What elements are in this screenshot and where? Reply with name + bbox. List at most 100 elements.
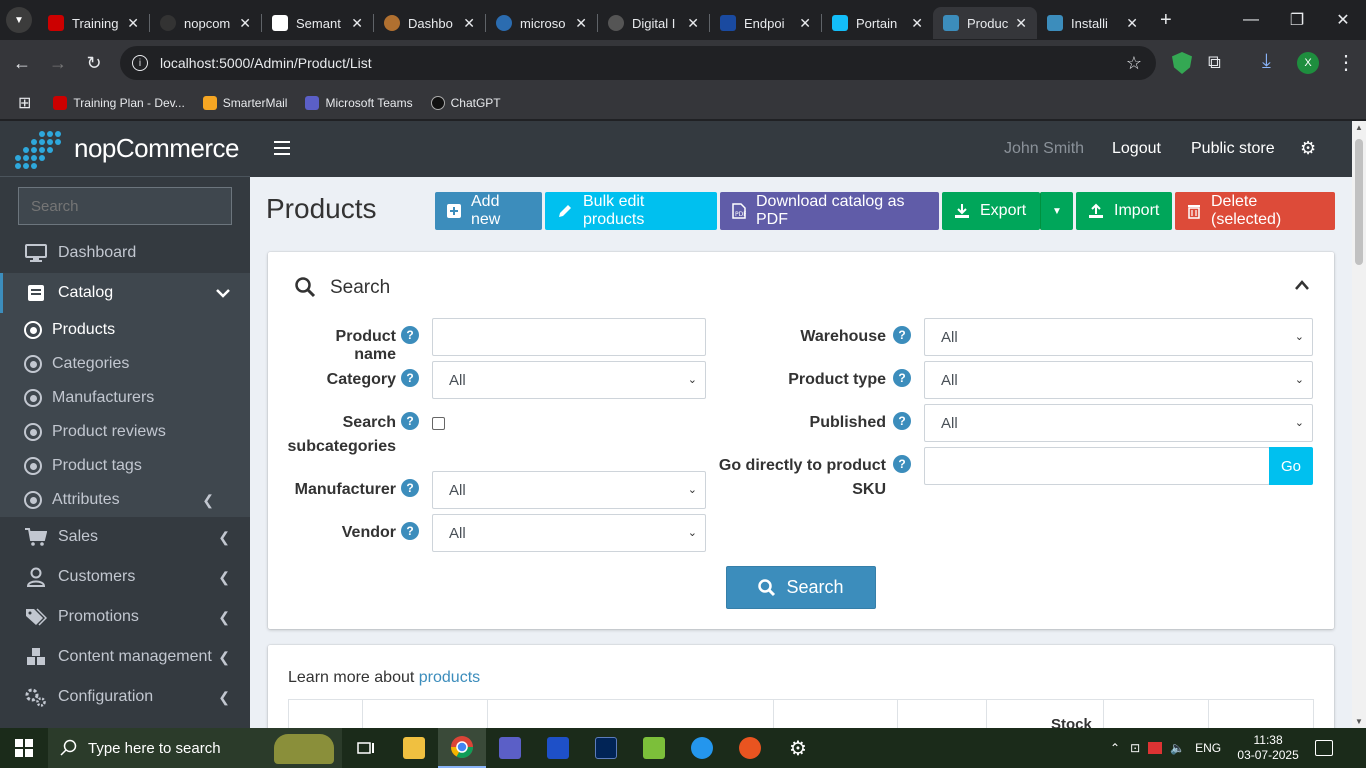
sidebar-subitem-categories[interactable]: Categories	[0, 347, 250, 381]
sidebar-search-input[interactable]	[19, 197, 230, 215]
browser-tab-active[interactable]: Produc ✕	[933, 7, 1037, 39]
scroll-down-arrow-icon[interactable]: ▼	[1355, 717, 1363, 726]
download-pdf-button[interactable]: PDF Download catalog as PDF	[720, 192, 939, 230]
sidebar-item-customers[interactable]: Customers ❮	[0, 557, 250, 597]
settings-gears-icon[interactable]: ⚙	[1300, 138, 1316, 159]
menu-kebab-icon[interactable]: ⋮	[1336, 50, 1356, 75]
download-icon[interactable]: ⤓	[1262, 50, 1271, 73]
add-new-button[interactable]: Add new	[435, 192, 542, 230]
clock[interactable]: 11:38 03-07-2025	[1233, 733, 1303, 763]
close-icon[interactable]: ✕	[1126, 15, 1138, 32]
sidebar-item-promotions[interactable]: Promotions ❮	[0, 597, 250, 637]
export-dropdown-toggle[interactable]: ▼	[1040, 192, 1073, 230]
back-icon[interactable]: ←	[6, 47, 38, 79]
close-icon[interactable]: ✕	[351, 15, 363, 32]
reload-icon[interactable]: ↻	[78, 47, 110, 79]
browser-tab[interactable]: Portain ✕	[822, 7, 933, 39]
close-icon[interactable]: ✕	[1015, 15, 1027, 32]
help-icon[interactable]: ?	[893, 369, 911, 387]
published-select[interactable]: All ⌄	[924, 404, 1313, 442]
sidebar-item-content-management[interactable]: Content management ❮	[0, 637, 250, 677]
browser-tab[interactable]: Semant ✕	[262, 7, 373, 39]
help-icon[interactable]: ?	[401, 412, 419, 430]
goto-sku-input[interactable]	[924, 447, 1270, 485]
product-type-select[interactable]: All ⌄	[924, 361, 1313, 399]
help-icon[interactable]: ?	[401, 326, 419, 344]
sidebar-item-dashboard[interactable]: Dashboard	[0, 233, 250, 273]
warehouse-select[interactable]: All ⌄	[924, 318, 1313, 356]
import-button[interactable]: Import	[1076, 192, 1172, 230]
sidebar-subitem-product-reviews[interactable]: Product reviews	[0, 415, 250, 449]
search-subcategories-checkbox[interactable]	[432, 417, 445, 430]
powershell-icon[interactable]	[582, 728, 630, 768]
taskbar-search-box[interactable]: Type here to search	[48, 728, 342, 768]
manufacturer-select[interactable]: All ⌄	[432, 471, 706, 509]
url-input[interactable]: i localhost:5000/Admin/Product/List ☆	[120, 46, 1156, 80]
browser-tab[interactable]: microso ✕	[486, 7, 597, 39]
help-icon[interactable]: ?	[401, 369, 419, 387]
close-icon[interactable]: ✕	[799, 15, 811, 32]
search-submit-button[interactable]: Search	[726, 566, 876, 609]
close-icon[interactable]: ✕	[127, 15, 139, 32]
sidebar-item-sales[interactable]: Sales ❮	[0, 517, 250, 557]
vendor-select[interactable]: All ⌄	[432, 514, 706, 552]
sidebar-subitem-product-tags[interactable]: Product tags	[0, 449, 250, 483]
product-name-input[interactable]	[432, 318, 706, 356]
scroll-thumb[interactable]	[1355, 139, 1363, 265]
help-icon[interactable]: ?	[893, 412, 911, 430]
paint-app-icon[interactable]	[534, 728, 582, 768]
close-icon[interactable]: ✕	[911, 15, 923, 32]
delete-selected-button[interactable]: Delete (selected)	[1175, 192, 1335, 230]
bookmark-item[interactable]: SmarterMail	[202, 95, 287, 110]
apps-grid-icon[interactable]: ⊞	[18, 93, 31, 113]
extensions-icon[interactable]: ⧉	[1208, 52, 1221, 73]
chrome-icon[interactable]	[438, 728, 486, 768]
volume-icon[interactable]: 🔈	[1170, 741, 1185, 755]
close-icon[interactable]: ✕	[687, 15, 699, 32]
network-icon[interactable]: ⊡	[1130, 741, 1140, 755]
bookmark-item[interactable]: Microsoft Teams	[305, 95, 413, 110]
sidebar-item-catalog[interactable]: Catalog	[0, 273, 250, 313]
browser-tab[interactable]: Training ✕	[38, 7, 149, 39]
security-flag-icon[interactable]	[1148, 742, 1163, 754]
tab-search-button[interactable]: ▼	[6, 7, 32, 33]
close-window-icon[interactable]: ✕	[1320, 0, 1366, 40]
browser-tab[interactable]: nopcom ✕	[150, 7, 261, 39]
browser-tab[interactable]: Digital I ✕	[598, 7, 709, 39]
windows-start-icon[interactable]	[0, 728, 48, 768]
public-store-link[interactable]: Public store	[1191, 140, 1275, 158]
bookmark-item[interactable]: Training Plan - Dev...	[53, 95, 185, 110]
logout-link[interactable]: Logout	[1112, 140, 1161, 158]
site-info-icon[interactable]: i	[132, 55, 148, 71]
collapse-chevron-up-icon[interactable]	[1294, 278, 1310, 296]
page-scrollbar[interactable]: ▲ ▼	[1352, 121, 1366, 728]
browser-tab[interactable]: Installi ✕	[1037, 7, 1148, 39]
notepad-plus-icon[interactable]	[630, 728, 678, 768]
help-icon[interactable]: ?	[401, 522, 419, 540]
notifications-icon[interactable]	[1315, 740, 1334, 756]
brand-logo[interactable]: nopCommerce	[0, 121, 250, 177]
ubuntu-icon[interactable]	[726, 728, 774, 768]
export-button[interactable]: Export	[942, 192, 1040, 230]
close-icon[interactable]: ✕	[239, 15, 251, 32]
close-icon[interactable]: ✕	[463, 15, 475, 32]
forward-icon[interactable]: →	[42, 47, 74, 79]
sidebar-subitem-manufacturers[interactable]: Manufacturers	[0, 381, 250, 415]
shield-extension-icon[interactable]	[1172, 52, 1192, 74]
scroll-up-arrow-icon[interactable]: ▲	[1355, 123, 1363, 132]
sidebar-item-configuration[interactable]: Configuration ❮	[0, 677, 250, 717]
file-explorer-icon[interactable]	[390, 728, 438, 768]
restore-icon[interactable]: ❐	[1274, 0, 1320, 40]
teams-icon[interactable]	[486, 728, 534, 768]
chevron-up-icon[interactable]: ⌃	[1110, 741, 1120, 755]
input-language[interactable]: ENG	[1195, 741, 1221, 755]
sidebar-subitem-attributes[interactable]: Attributes ❮	[0, 483, 250, 517]
category-select[interactable]: All ⌄	[432, 361, 706, 399]
hamburger-menu-icon[interactable]	[274, 141, 290, 155]
settings-gear-icon[interactable]: ⚙	[774, 728, 822, 768]
browser-tab[interactable]: Endpoi ✕	[710, 7, 821, 39]
new-tab-icon[interactable]: +	[1160, 9, 1172, 32]
minimize-icon[interactable]: —	[1228, 0, 1274, 40]
help-icon[interactable]: ?	[893, 455, 911, 473]
column-header-stock[interactable]: Stock	[1051, 716, 1092, 728]
